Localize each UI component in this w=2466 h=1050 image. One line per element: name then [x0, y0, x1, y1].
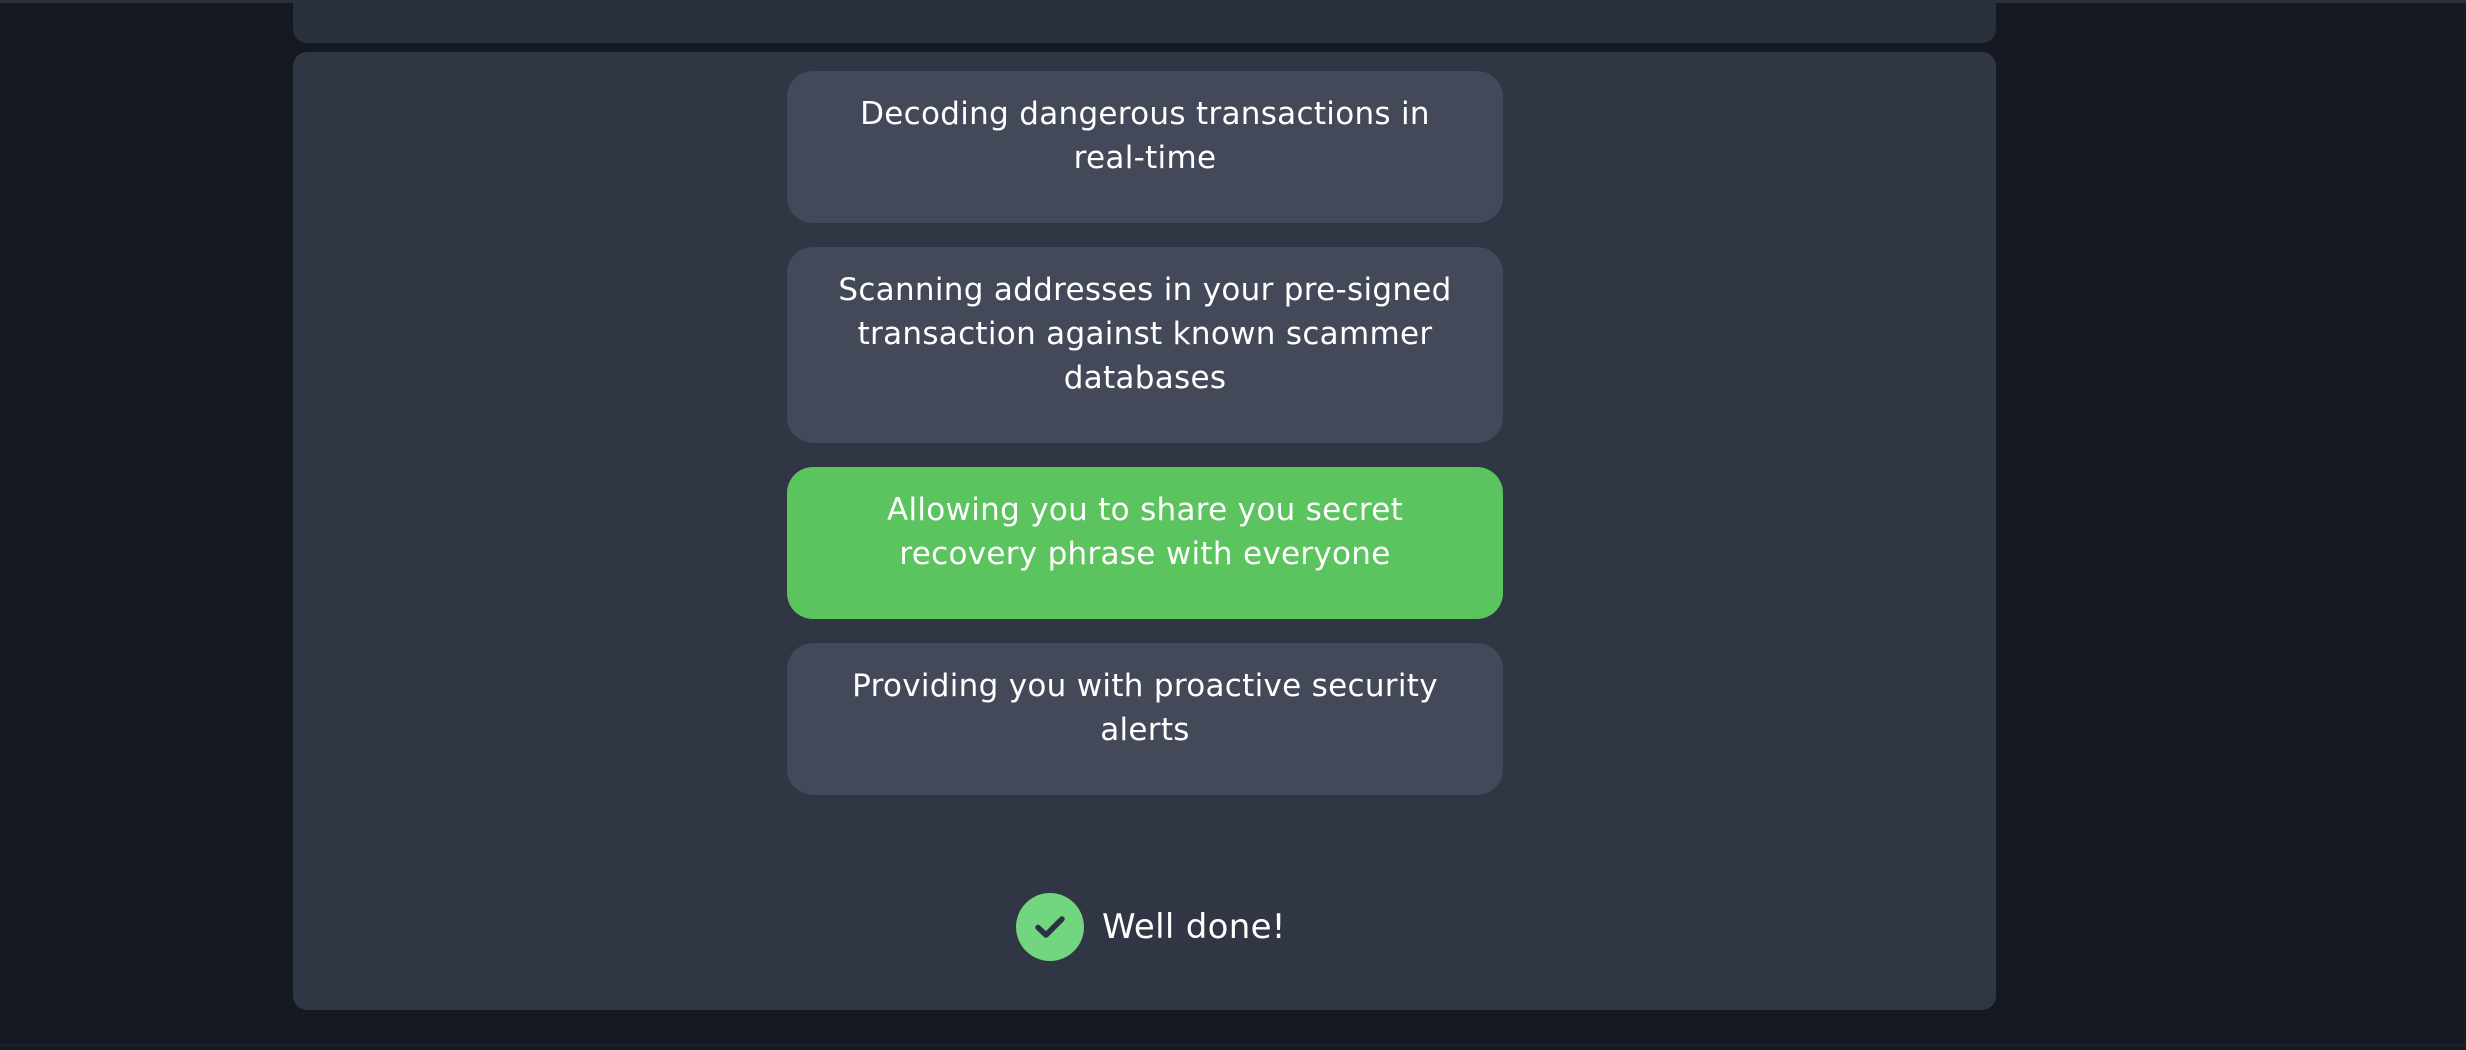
answer-option-4[interactable]: Providing you with proactive security al… — [787, 643, 1503, 795]
answer-option-3-selected[interactable]: Allowing you to share you secret recover… — [787, 467, 1503, 619]
checkmark-icon — [1016, 893, 1084, 961]
feedback-message: Well done! — [1102, 907, 1286, 947]
result-feedback: Well done! — [1016, 893, 1286, 961]
quiz-panel: Decoding dangerous transactions in real-… — [293, 52, 1996, 1010]
bottom-divider — [0, 1044, 2466, 1047]
previous-panel — [293, 0, 1996, 43]
answer-option-2[interactable]: Scanning addresses in your pre-signed tr… — [787, 247, 1503, 443]
answer-options: Decoding dangerous transactions in real-… — [787, 71, 1503, 795]
answer-option-1[interactable]: Decoding dangerous transactions in real-… — [787, 71, 1503, 223]
